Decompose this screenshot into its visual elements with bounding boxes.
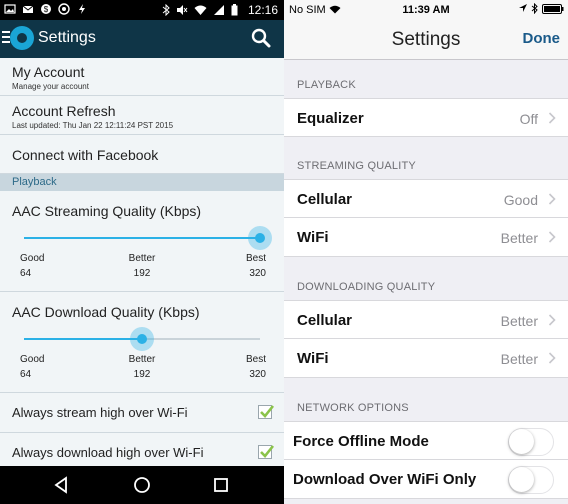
wifi-only-toggle[interactable]: [508, 466, 554, 494]
check-icon: [260, 405, 275, 418]
location-icon: [519, 4, 527, 12]
section-header-network: NETWORK OPTIONS: [297, 402, 409, 414]
ios-status-bar: No SIM 11:39 AM: [284, 0, 568, 20]
connect-facebook-title: Connect with Facebook: [12, 147, 159, 163]
wifi-icon: [194, 5, 207, 15]
section-header-streaming: STREAMING QUALITY: [297, 160, 416, 172]
signal-icon: [213, 5, 224, 15]
page-title: Settings: [38, 29, 96, 46]
my-account-title: My Account: [12, 64, 85, 80]
download-quality-block: AAC Download Quality (Kbps) Good 64 Bette…: [0, 292, 284, 393]
section-header-playback: Playback: [0, 174, 284, 191]
slider-fill: [24, 338, 142, 340]
chevron-right-icon: [548, 193, 556, 205]
download-wifi-value: Better: [500, 351, 538, 367]
streaming-quality-slider[interactable]: [24, 226, 272, 250]
my-account-subtitle: Manage your account: [12, 82, 89, 91]
android-nav-bar: [0, 466, 284, 504]
download-cellular-cell[interactable]: Cellular Better: [284, 300, 568, 339]
chevron-right-icon: [548, 314, 556, 326]
streaming-cellular-value: Good: [503, 192, 538, 208]
download-wifi-label: WiFi: [297, 350, 329, 367]
slider-fill: [24, 237, 260, 239]
account-refresh-title: Account Refresh: [12, 103, 116, 119]
tick-good: Good 64: [20, 253, 45, 279]
android-settings-screen: $ 12:16 Settings My Account Manage your …: [0, 0, 284, 504]
force-offline-label: Force Offline Mode: [293, 433, 429, 450]
tick-best: Best 320: [245, 253, 266, 279]
streaming-wifi-cell[interactable]: WiFi Better: [284, 218, 568, 257]
sync-icon: [58, 3, 70, 15]
soundcloud-icon: $: [41, 4, 51, 14]
always-download-high-label: Always download high over Wi-Fi: [12, 445, 204, 460]
force-offline-cell: Force Offline Mode: [284, 421, 568, 460]
battery-icon: [231, 4, 238, 16]
check-icon: [260, 445, 275, 458]
section-header-downloading: DOWNLOADING QUALITY: [297, 281, 436, 293]
search-icon[interactable]: [250, 27, 272, 49]
email-icon: [22, 5, 34, 13]
tick-better: Better 192: [128, 253, 156, 279]
my-account-row[interactable]: My Account Manage your account: [0, 58, 284, 96]
ios-nav-bar: Settings Done: [284, 20, 568, 60]
bluetooth-icon: [531, 3, 538, 14]
download-cellular-label: Cellular: [297, 312, 353, 329]
android-status-bar: $ 12:16: [0, 0, 284, 20]
streaming-wifi-label: WiFi: [297, 229, 329, 246]
chevron-right-icon: [548, 112, 556, 124]
flash-icon: [79, 4, 85, 14]
download-wifi-cell[interactable]: WiFi Better: [284, 339, 568, 378]
battery-icon: [542, 3, 564, 14]
wifi-only-label: Download Over WiFi Only: [293, 471, 477, 488]
tick-best: Best 320: [245, 354, 266, 380]
download-quality-slider[interactable]: [24, 327, 260, 351]
section-header-playback: PLAYBACK: [297, 79, 356, 91]
equalizer-label: Equalizer: [297, 110, 364, 127]
streaming-quality-block: AAC Streaming Quality (Kbps) Good 64 Bett…: [0, 191, 284, 292]
tick-better: Better 192: [128, 354, 156, 380]
streaming-quality-label: AAC Streaming Quality (Kbps): [12, 203, 202, 219]
app-bar: Settings: [0, 20, 284, 58]
tick-good: Good 64: [20, 354, 45, 380]
always-stream-high-row[interactable]: Always stream high over Wi-Fi: [0, 393, 284, 433]
account-refresh-subtitle: Last updated: Thu Jan 22 12:11:24 PST 20…: [12, 121, 174, 130]
always-stream-high-label: Always stream high over Wi-Fi: [12, 405, 188, 420]
status-clock: 12:16: [247, 3, 278, 17]
always-stream-high-checkbox[interactable]: [258, 405, 275, 419]
download-cellular-value: Better: [500, 313, 538, 329]
back-icon[interactable]: [52, 476, 70, 494]
mute-icon: [176, 5, 188, 15]
always-download-high-checkbox[interactable]: [258, 445, 275, 459]
app-logo[interactable]: [10, 26, 34, 50]
force-offline-toggle[interactable]: [508, 428, 554, 456]
image-icon: [4, 4, 16, 14]
connect-facebook-row[interactable]: Connect with Facebook: [0, 135, 284, 174]
chevron-right-icon: [548, 352, 556, 364]
wifi-only-cell: Download Over WiFi Only: [284, 460, 568, 499]
chevron-right-icon: [548, 231, 556, 243]
done-button[interactable]: Done: [523, 30, 561, 47]
download-quality-label: AAC Download Quality (Kbps): [12, 304, 200, 320]
streaming-cellular-cell[interactable]: Cellular Good: [284, 179, 568, 218]
equalizer-value: Off: [519, 111, 538, 127]
slider-thumb[interactable]: [130, 327, 154, 351]
home-icon[interactable]: [133, 476, 151, 494]
bluetooth-icon: [162, 4, 170, 16]
streaming-cellular-label: Cellular: [297, 191, 353, 208]
slider-thumb[interactable]: [248, 226, 272, 250]
equalizer-cell[interactable]: Equalizer Off: [284, 98, 568, 137]
streaming-wifi-value: Better: [500, 230, 538, 246]
svg-text:$: $: [44, 5, 49, 14]
account-refresh-row[interactable]: Account Refresh Last updated: Thu Jan 22…: [0, 96, 284, 135]
ios-settings-screen: No SIM 11:39 AM Settings Done PLAYBACK E…: [284, 0, 568, 504]
recents-icon[interactable]: [212, 476, 230, 494]
